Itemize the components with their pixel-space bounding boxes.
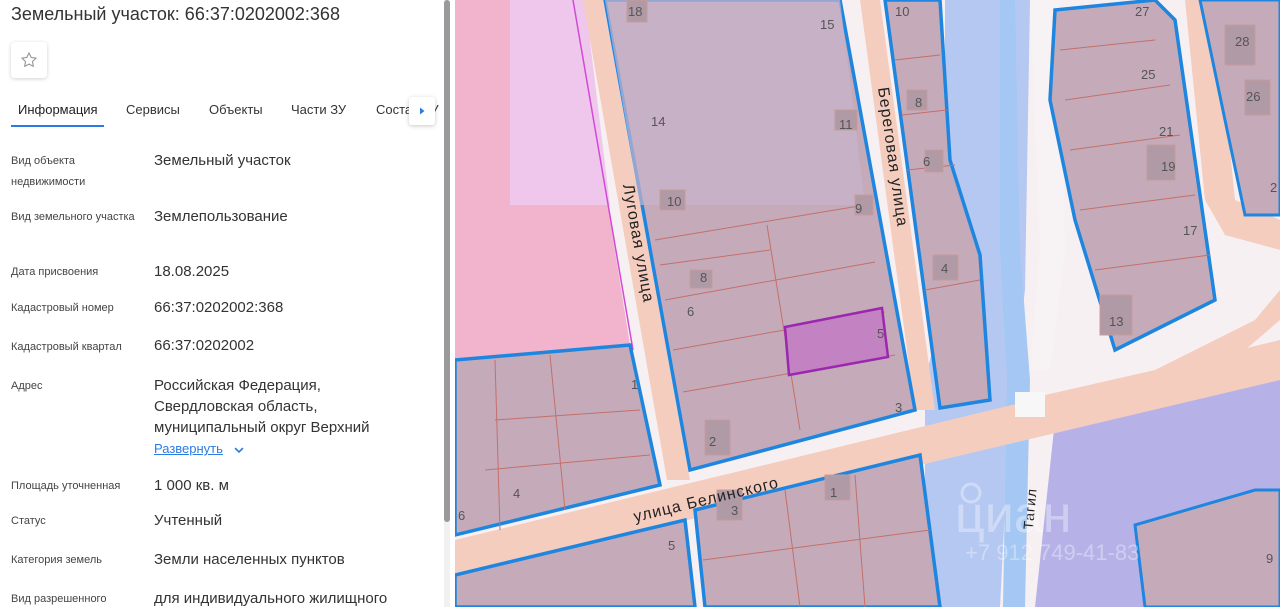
info-panel: Земельный участок: 66:37:0202002:368 Инф…: [0, 0, 455, 607]
caret-right-icon: [420, 107, 425, 115]
parcel-label: 26: [1246, 89, 1260, 104]
parcel-label: 6: [687, 304, 694, 319]
tab-services[interactable]: Сервисы: [126, 102, 180, 117]
parcel-label: 2: [709, 434, 716, 449]
parcel-label: 2: [1270, 180, 1277, 195]
parcel-label: 19: [1161, 159, 1175, 174]
parcel-label: 25: [1141, 67, 1155, 82]
watermark-phone: +7 912 749-41-83: [965, 540, 1139, 565]
prop-value-assign-date: 18.08.2025: [154, 263, 230, 280]
prop-label-area: Площадь уточненная: [11, 480, 121, 492]
parcel-label: 8: [915, 95, 922, 110]
tabs-scroll-right-button[interactable]: [409, 97, 435, 125]
tab-information[interactable]: Информация: [18, 102, 98, 117]
parcel-label: 5: [877, 326, 884, 341]
parcel-label: 5: [668, 538, 675, 553]
prop-label-cadastral-number: Кадастровый номер: [11, 302, 114, 314]
cadastral-map[interactable]: 18 15 14 11 10 9 8 6 5 3 2 1 1 3 4 6 5 1…: [455, 0, 1280, 607]
parcel-label: 3: [731, 503, 738, 518]
parcel-label: 9: [1266, 551, 1273, 566]
tab-bar: Информация Сервисы Объекты Части ЗУ Сост…: [11, 100, 443, 128]
prop-label-permitted-use: Вид разрешенного: [11, 593, 107, 605]
prop-value-land-category: Земли населенных пунктов: [154, 551, 345, 568]
parcel-label: 11: [839, 117, 853, 132]
favorite-button[interactable]: [11, 42, 47, 78]
star-icon: [21, 52, 37, 67]
scrollbar-thumb[interactable]: [444, 0, 450, 522]
parcel-label: 17: [1183, 223, 1197, 238]
tab-objects[interactable]: Объекты: [209, 102, 263, 117]
prop-label-assign-date: Дата присвоения: [11, 266, 99, 278]
prop-label-cadastral-quarter: Кадастровый квартал: [11, 341, 122, 353]
parcel-label: 15: [820, 17, 834, 32]
prop-value-area: 1 000 кв. м: [154, 477, 229, 494]
tab-parcel-parts[interactable]: Части ЗУ: [291, 102, 346, 117]
prop-label-address: Адрес: [11, 380, 43, 392]
parcel-label: 28: [1235, 34, 1249, 49]
parcel-label: 21: [1159, 124, 1173, 139]
parcel-label: 13: [1109, 314, 1123, 329]
page-title: Земельный участок: 66:37:0202002:368: [11, 4, 340, 24]
parcel-label: 14: [651, 114, 665, 129]
prop-value-cadastral-quarter: 66:37:0202002: [154, 337, 255, 354]
parcel-label: 6: [923, 154, 930, 169]
watermark-text: циан: [955, 486, 1071, 544]
parcel-label: 1: [631, 377, 638, 392]
bridge: [1015, 392, 1045, 417]
map-canvas[interactable]: 18 15 14 11 10 9 8 6 5 3 2 1 1 3 4 6 5 1…: [455, 0, 1280, 607]
prop-value-permitted-use: для индивидуального жилищного: [154, 590, 388, 607]
parcel-label: 18: [628, 4, 642, 19]
parcel-label: 27: [1135, 4, 1149, 19]
parcel-label: 4: [941, 261, 948, 276]
parcel-label: 3: [895, 400, 902, 415]
expand-address-link[interactable]: Развернуть: [154, 441, 223, 456]
prop-label-status: Статус: [11, 515, 46, 527]
parcel-label: 8: [700, 270, 707, 285]
parcel-label: 9: [855, 201, 862, 216]
prop-label-land-category: Категория земель: [11, 554, 102, 566]
prop-value-parcel-kind: Землепользование: [154, 208, 288, 225]
prop-value-address: Российская Федерация, Свердловская облас…: [154, 377, 370, 436]
prop-label-object-type: Вид объекта недвижимости: [11, 155, 86, 188]
parcel-label: 6: [458, 508, 465, 523]
chevron-down-icon[interactable]: [233, 444, 245, 456]
parcel-label: 10: [895, 4, 909, 19]
prop-value-object-type: Земельный участок: [154, 152, 291, 169]
prop-label-parcel-kind: Вид земельного участка: [11, 211, 135, 223]
active-tab-indicator: [11, 125, 104, 127]
prop-value-cadastral-number: 66:37:0202002:368: [154, 299, 284, 316]
parcel-label: 4: [513, 486, 520, 501]
prop-value-status: Учтенный: [154, 512, 223, 529]
parcel-label: 1: [830, 485, 837, 500]
parcel-label: 10: [667, 194, 681, 209]
